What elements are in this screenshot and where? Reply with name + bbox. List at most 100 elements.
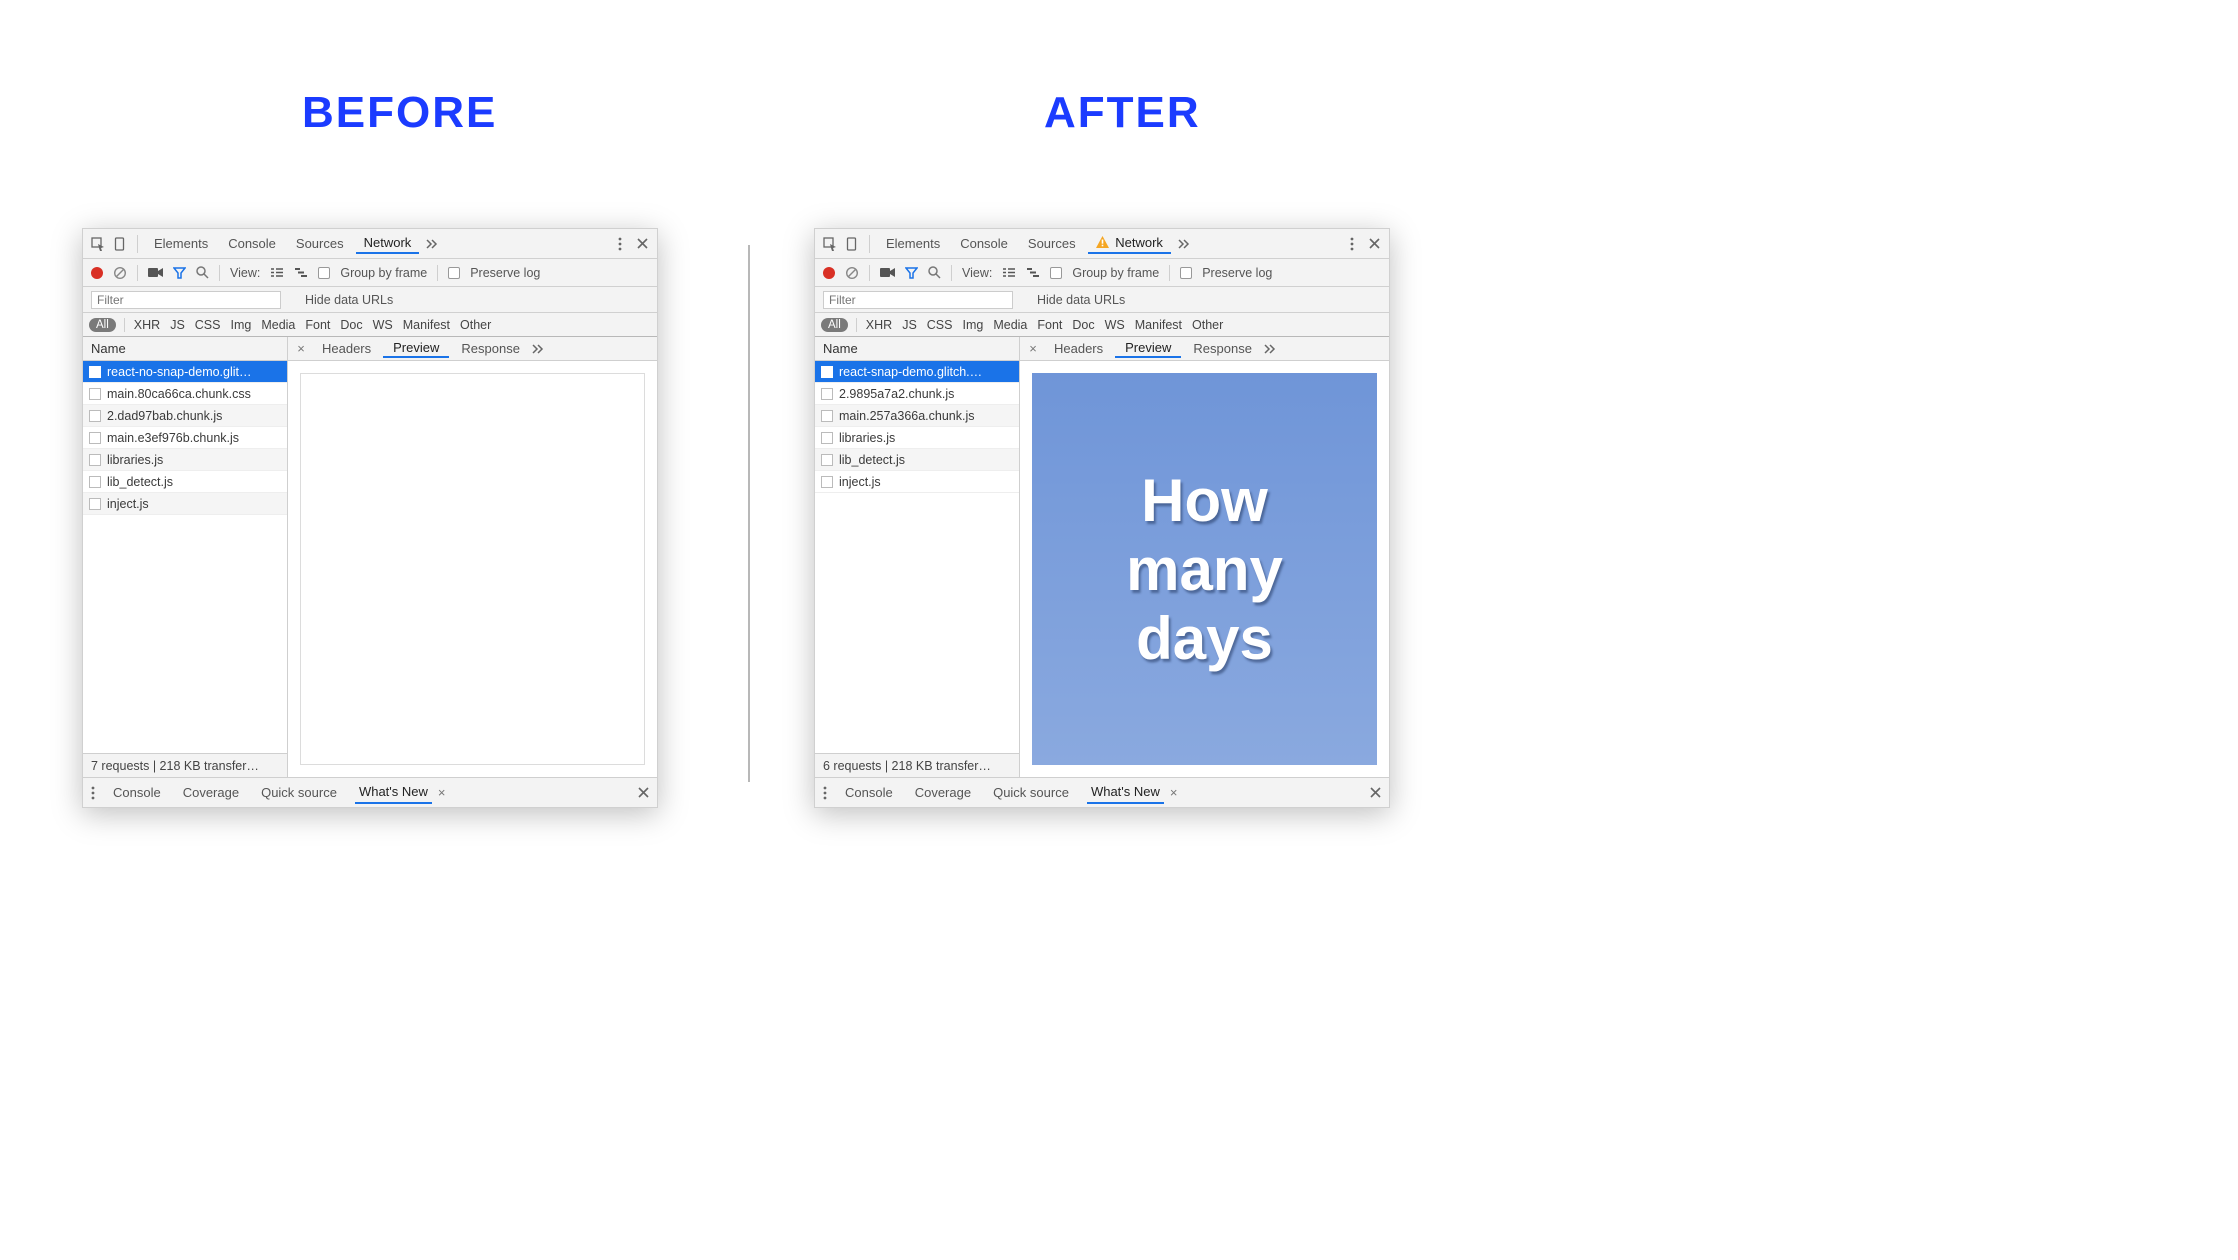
more-tabs-icon[interactable] (1175, 239, 1193, 249)
request-list-header[interactable]: Name (815, 337, 1019, 361)
type-ws[interactable]: WS (1104, 318, 1126, 332)
tab-sources[interactable]: Sources (1020, 236, 1084, 251)
type-manifest[interactable]: Manifest (402, 318, 451, 332)
type-manifest[interactable]: Manifest (1134, 318, 1183, 332)
view-waterfall-icon[interactable] (1026, 267, 1040, 278)
type-doc[interactable]: Doc (1071, 318, 1095, 332)
request-row[interactable]: lib_detect.js (83, 471, 287, 493)
request-row[interactable]: inject.js (815, 471, 1019, 493)
request-row[interactable]: react-no-snap-demo.glit… (83, 361, 287, 383)
detail-tab-headers[interactable]: Headers (312, 341, 381, 356)
filter-icon[interactable] (173, 267, 186, 279)
request-row[interactable]: react-snap-demo.glitch.… (815, 361, 1019, 383)
close-devtools-icon[interactable] (633, 238, 651, 249)
request-row[interactable]: main.e3ef976b.chunk.js (83, 427, 287, 449)
type-all[interactable]: All (89, 318, 116, 332)
more-detail-tabs-icon[interactable] (532, 344, 550, 354)
close-detail-icon[interactable]: × (292, 341, 310, 356)
more-detail-tabs-icon[interactable] (1264, 344, 1282, 354)
view-large-icon[interactable] (270, 267, 284, 278)
detail-tab-preview[interactable]: Preview (383, 340, 449, 358)
search-icon[interactable] (928, 266, 941, 279)
request-row[interactable]: libraries.js (815, 427, 1019, 449)
type-font[interactable]: Font (1036, 318, 1063, 332)
request-row[interactable]: main.80ca66ca.chunk.css (83, 383, 287, 405)
type-font[interactable]: Font (304, 318, 331, 332)
group-by-frame-checkbox[interactable] (1050, 267, 1062, 279)
view-large-icon[interactable] (1002, 267, 1016, 278)
drawer-tab-quick-source[interactable]: Quick source (257, 785, 341, 800)
record-icon[interactable] (823, 267, 835, 279)
kebab-icon[interactable] (611, 237, 629, 251)
tab-console[interactable]: Console (220, 236, 284, 251)
request-row[interactable]: main.257a366a.chunk.js (815, 405, 1019, 427)
request-row[interactable]: 2.9895a7a2.chunk.js (815, 383, 1019, 405)
tab-network[interactable]: Network (356, 235, 420, 254)
type-css[interactable]: CSS (926, 318, 954, 332)
type-all[interactable]: All (821, 318, 848, 332)
record-icon[interactable] (91, 267, 103, 279)
tab-sources[interactable]: Sources (288, 236, 352, 251)
request-list-header[interactable]: Name (83, 337, 287, 361)
drawer-tab-console[interactable]: Console (841, 785, 897, 800)
clear-icon[interactable] (113, 266, 127, 280)
close-devtools-icon[interactable] (1365, 238, 1383, 249)
detail-tab-response[interactable]: Response (451, 341, 530, 356)
type-media[interactable]: Media (260, 318, 296, 332)
type-doc[interactable]: Doc (339, 318, 363, 332)
drawer-tab-whats-new[interactable]: What's New (1087, 784, 1164, 804)
group-by-frame-checkbox[interactable] (318, 267, 330, 279)
tab-console[interactable]: Console (952, 236, 1016, 251)
drawer-close-icon[interactable] (1370, 787, 1381, 798)
request-row[interactable]: libraries.js (83, 449, 287, 471)
drawer-kebab-icon[interactable] (823, 786, 827, 800)
drawer-kebab-icon[interactable] (91, 786, 95, 800)
inspect-icon[interactable] (821, 237, 839, 251)
drawer-tab-console[interactable]: Console (109, 785, 165, 800)
detail-tab-preview[interactable]: Preview (1115, 340, 1181, 358)
drawer-tab-whats-new[interactable]: What's New (355, 784, 432, 804)
type-js[interactable]: JS (901, 318, 918, 332)
clear-icon[interactable] (845, 266, 859, 280)
type-other[interactable]: Other (459, 318, 492, 332)
camera-icon[interactable] (148, 267, 163, 278)
filter-icon[interactable] (905, 267, 918, 279)
type-other[interactable]: Other (1191, 318, 1224, 332)
tab-elements[interactable]: Elements (878, 236, 948, 251)
drawer-tab-coverage[interactable]: Coverage (911, 785, 975, 800)
drawer-tab-quick-source[interactable]: Quick source (989, 785, 1073, 800)
request-row[interactable]: inject.js (83, 493, 287, 515)
detail-tab-response[interactable]: Response (1183, 341, 1262, 356)
type-js[interactable]: JS (169, 318, 186, 332)
type-img[interactable]: Img (961, 318, 984, 332)
type-css[interactable]: CSS (194, 318, 222, 332)
type-xhr[interactable]: XHR (133, 318, 161, 332)
devtools-drawer: Console Coverage Quick source What's New… (83, 777, 657, 807)
request-row[interactable]: lib_detect.js (815, 449, 1019, 471)
close-detail-icon[interactable]: × (1024, 341, 1042, 356)
preserve-log-checkbox[interactable] (448, 267, 460, 279)
detail-tab-headers[interactable]: Headers (1044, 341, 1113, 356)
view-waterfall-icon[interactable] (294, 267, 308, 278)
type-xhr[interactable]: XHR (865, 318, 893, 332)
tab-network[interactable]: Network (1088, 235, 1171, 254)
type-img[interactable]: Img (229, 318, 252, 332)
filter-input[interactable] (91, 291, 281, 309)
kebab-icon[interactable] (1343, 237, 1361, 251)
tab-elements[interactable]: Elements (146, 236, 216, 251)
inspect-icon[interactable] (89, 237, 107, 251)
drawer-tab-coverage[interactable]: Coverage (179, 785, 243, 800)
device-icon[interactable] (111, 237, 129, 251)
search-icon[interactable] (196, 266, 209, 279)
device-icon[interactable] (843, 237, 861, 251)
camera-icon[interactable] (880, 267, 895, 278)
type-ws[interactable]: WS (372, 318, 394, 332)
filter-input[interactable] (823, 291, 1013, 309)
drawer-close-icon[interactable] (638, 787, 649, 798)
drawer-tab-close-icon[interactable]: × (438, 785, 446, 800)
drawer-tab-close-icon[interactable]: × (1170, 785, 1178, 800)
type-media[interactable]: Media (992, 318, 1028, 332)
preserve-log-checkbox[interactable] (1180, 267, 1192, 279)
more-tabs-icon[interactable] (423, 239, 441, 249)
request-row[interactable]: 2.dad97bab.chunk.js (83, 405, 287, 427)
